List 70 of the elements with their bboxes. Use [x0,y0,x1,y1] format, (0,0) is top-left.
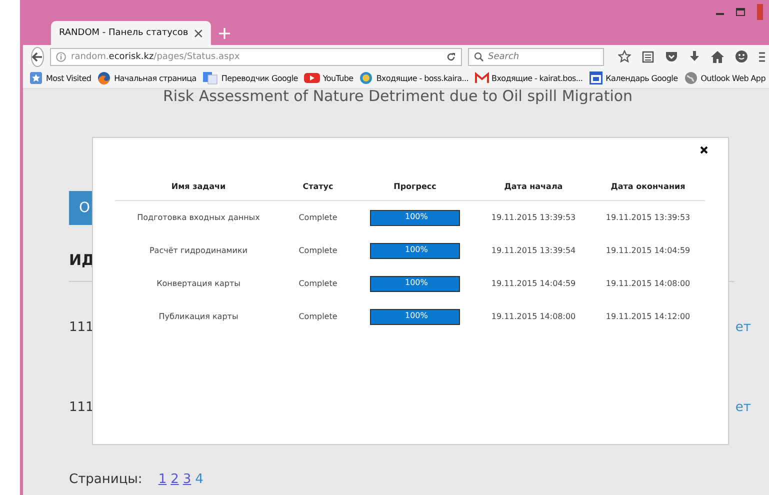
task-status: Complete [298,311,338,323]
search-icon [474,52,484,62]
smiley-icon[interactable] [735,50,748,63]
page-link[interactable]: 3 [182,472,192,487]
download-icon[interactable] [689,50,700,62]
page-title: Risk Assessment of Nature Detriment due to Oil spill Migration [162,89,634,107]
bookmark-link[interactable]: Календарь Google [606,74,678,82]
bookmark-link[interactable]: Most Visited [46,74,92,82]
bookmark-link[interactable]: Outlook Web App [700,74,766,82]
pager-label: Страницы: [69,472,142,487]
column-header: Прогресс [354,172,476,200]
url-text: random.ecorisk.kz/pages/Status.aspx [71,52,240,62]
column-header: Статус [282,172,354,200]
browser-tab[interactable]: RANDOM - Панель статусов [51,21,211,45]
star-icon[interactable] [618,50,631,63]
bookmark-link[interactable]: Входящие - boss.kaira... [376,74,468,82]
bookmark-link[interactable]: Начальная страница [114,74,196,82]
close-icon[interactable] [700,146,708,154]
start-date: 19.11.2015 14:04:59 [490,278,577,290]
calendar-icon [588,71,603,85]
bookmark-link[interactable]: YouTube [322,74,354,82]
progress-text: 100% [405,244,428,254]
end-date: 19.11.2015 14:04:59 [604,245,692,257]
column-header: Дата окончания [591,172,705,200]
back-button[interactable] [31,46,44,66]
pocket-icon[interactable] [665,50,678,62]
fox-globe-icon [97,71,112,85]
page-link[interactable]: 2 [170,472,179,487]
home-icon[interactable] [711,50,724,62]
task-name: Конвертация карты [156,278,242,290]
progress-text: 100% [405,278,428,286]
start-date: 19.11.2015 14:08:00 [490,311,577,323]
start-date: 19.11.2015 13:39:53 [476,200,591,234]
page-link[interactable]: 1 [158,472,167,487]
task-status: Complete [282,200,354,234]
task-name: Расчёт гидродинамики [148,245,248,257]
record-id: 111 [69,400,94,415]
info-icon[interactable] [56,52,66,62]
end-date: 19.11.2015 13:39:53 [591,200,705,234]
close-icon[interactable] [194,28,203,38]
bookmark-star-icon [29,71,43,85]
bookmark-link[interactable]: Входящие - kairat.bos... [492,74,583,82]
address-field[interactable]: random.ecorisk.kz/pages/Status.aspx [50,48,462,66]
letter-m-icon [474,72,488,84]
bookmark-link[interactable]: Переводчик Google [221,74,298,82]
end-date: 19.11.2015 14:08:00 [604,278,692,290]
task-status: Complete [298,245,338,257]
mail-circle-icon [359,71,374,85]
translate-icon [202,71,218,85]
column-header: Дата начала [476,172,591,200]
start-date: 19.11.2015 13:39:54 [490,245,577,257]
new-tab-icon[interactable] [219,28,230,39]
back-arrow-icon [32,52,43,62]
reload-icon[interactable] [446,52,456,62]
task-name: Публикация карты [158,311,240,323]
tab-title: RANDOM - Панель статусов [59,28,188,38]
progress-text: 100% [405,212,428,220]
search-field[interactable]: Search [468,48,604,66]
task-name: Подготовка входных данных [115,200,282,234]
clipboard-icon[interactable] [642,50,654,63]
end-date: 19.11.2015 14:12:00 [604,311,692,323]
menu-icon[interactable] [759,50,765,62]
record-id: 111 [69,320,94,335]
play-icon [304,72,320,84]
search-input[interactable]: Search [488,52,598,62]
column-header: Имя задачи [115,172,282,200]
progress-text: 100% [405,310,428,320]
globe-icon [684,71,698,85]
maximize-icon[interactable] [736,8,745,16]
task-status: Complete [298,278,338,290]
